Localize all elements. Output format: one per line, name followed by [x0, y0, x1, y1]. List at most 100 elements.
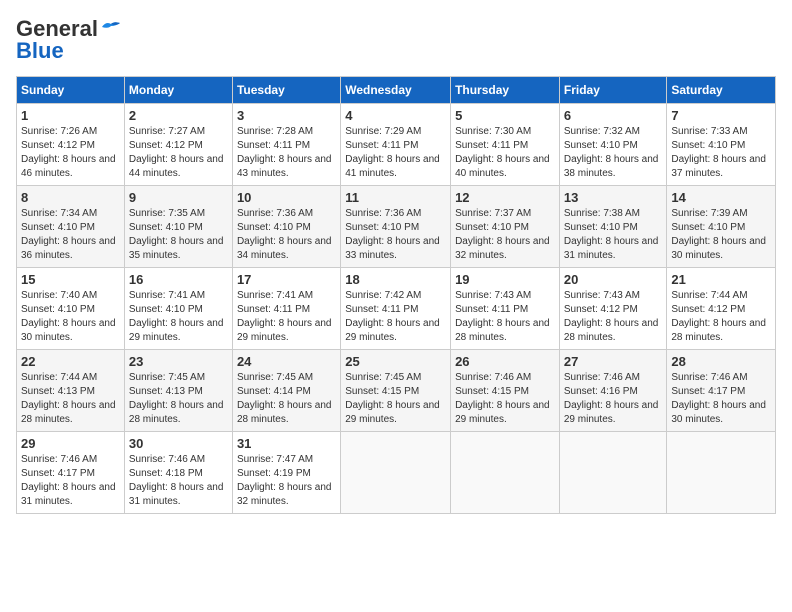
day-info: Sunrise: 7:36 AMSunset: 4:10 PMDaylight:… [237, 208, 332, 261]
calendar-day-cell: 25 Sunrise: 7:45 AMSunset: 4:15 PMDaylig… [341, 350, 451, 432]
day-info: Sunrise: 7:30 AMSunset: 4:11 PMDaylight:… [455, 126, 550, 179]
day-number: 29 [21, 436, 120, 451]
day-info: Sunrise: 7:40 AMSunset: 4:10 PMDaylight:… [21, 290, 116, 343]
calendar-day-cell: 29 Sunrise: 7:46 AMSunset: 4:17 PMDaylig… [17, 432, 125, 514]
day-info: Sunrise: 7:45 AMSunset: 4:15 PMDaylight:… [345, 372, 440, 425]
day-number: 31 [237, 436, 336, 451]
day-number: 16 [129, 272, 228, 287]
calendar-day-cell: 19 Sunrise: 7:43 AMSunset: 4:11 PMDaylig… [451, 268, 560, 350]
day-number: 14 [671, 190, 771, 205]
day-number: 12 [455, 190, 555, 205]
day-number: 5 [455, 108, 555, 123]
calendar-day-cell: 24 Sunrise: 7:45 AMSunset: 4:14 PMDaylig… [232, 350, 340, 432]
day-info: Sunrise: 7:44 AMSunset: 4:12 PMDaylight:… [671, 290, 766, 343]
calendar-day-cell: 10 Sunrise: 7:36 AMSunset: 4:10 PMDaylig… [232, 186, 340, 268]
calendar-body: 1 Sunrise: 7:26 AMSunset: 4:12 PMDayligh… [17, 104, 776, 514]
calendar-week-row: 29 Sunrise: 7:46 AMSunset: 4:17 PMDaylig… [17, 432, 776, 514]
calendar-day-cell: 22 Sunrise: 7:44 AMSunset: 4:13 PMDaylig… [17, 350, 125, 432]
day-number: 1 [21, 108, 120, 123]
calendar-week-row: 1 Sunrise: 7:26 AMSunset: 4:12 PMDayligh… [17, 104, 776, 186]
day-number: 4 [345, 108, 446, 123]
weekday-header-row: SundayMondayTuesdayWednesdayThursdayFrid… [17, 77, 776, 104]
calendar-day-cell: 23 Sunrise: 7:45 AMSunset: 4:13 PMDaylig… [124, 350, 232, 432]
calendar-day-cell: 30 Sunrise: 7:46 AMSunset: 4:18 PMDaylig… [124, 432, 232, 514]
day-number: 22 [21, 354, 120, 369]
calendar-week-row: 8 Sunrise: 7:34 AMSunset: 4:10 PMDayligh… [17, 186, 776, 268]
calendar-week-row: 15 Sunrise: 7:40 AMSunset: 4:10 PMDaylig… [17, 268, 776, 350]
calendar-day-cell [341, 432, 451, 514]
day-info: Sunrise: 7:47 AMSunset: 4:19 PMDaylight:… [237, 454, 332, 507]
day-info: Sunrise: 7:32 AMSunset: 4:10 PMDaylight:… [564, 126, 659, 179]
calendar-day-cell: 27 Sunrise: 7:46 AMSunset: 4:16 PMDaylig… [559, 350, 667, 432]
day-number: 17 [237, 272, 336, 287]
calendar-day-cell: 4 Sunrise: 7:29 AMSunset: 4:11 PMDayligh… [341, 104, 451, 186]
day-number: 10 [237, 190, 336, 205]
weekday-header-cell: Tuesday [232, 77, 340, 104]
day-info: Sunrise: 7:29 AMSunset: 4:11 PMDaylight:… [345, 126, 440, 179]
logo: General Blue [16, 16, 122, 64]
day-number: 15 [21, 272, 120, 287]
day-info: Sunrise: 7:35 AMSunset: 4:10 PMDaylight:… [129, 208, 224, 261]
day-number: 8 [21, 190, 120, 205]
calendar-table: SundayMondayTuesdayWednesdayThursdayFrid… [16, 76, 776, 514]
calendar-day-cell: 17 Sunrise: 7:41 AMSunset: 4:11 PMDaylig… [232, 268, 340, 350]
calendar-day-cell: 20 Sunrise: 7:43 AMSunset: 4:12 PMDaylig… [559, 268, 667, 350]
day-number: 30 [129, 436, 228, 451]
weekday-header-cell: Wednesday [341, 77, 451, 104]
calendar-day-cell: 28 Sunrise: 7:46 AMSunset: 4:17 PMDaylig… [667, 350, 776, 432]
weekday-header-cell: Sunday [17, 77, 125, 104]
day-info: Sunrise: 7:41 AMSunset: 4:11 PMDaylight:… [237, 290, 332, 343]
day-info: Sunrise: 7:36 AMSunset: 4:10 PMDaylight:… [345, 208, 440, 261]
day-number: 11 [345, 190, 446, 205]
day-info: Sunrise: 7:27 AMSunset: 4:12 PMDaylight:… [129, 126, 224, 179]
day-info: Sunrise: 7:38 AMSunset: 4:10 PMDaylight:… [564, 208, 659, 261]
day-number: 26 [455, 354, 555, 369]
day-number: 18 [345, 272, 446, 287]
calendar-day-cell: 14 Sunrise: 7:39 AMSunset: 4:10 PMDaylig… [667, 186, 776, 268]
day-number: 7 [671, 108, 771, 123]
calendar-day-cell: 13 Sunrise: 7:38 AMSunset: 4:10 PMDaylig… [559, 186, 667, 268]
calendar-day-cell: 15 Sunrise: 7:40 AMSunset: 4:10 PMDaylig… [17, 268, 125, 350]
calendar-day-cell [559, 432, 667, 514]
weekday-header-cell: Friday [559, 77, 667, 104]
calendar-day-cell: 26 Sunrise: 7:46 AMSunset: 4:15 PMDaylig… [451, 350, 560, 432]
calendar-day-cell: 12 Sunrise: 7:37 AMSunset: 4:10 PMDaylig… [451, 186, 560, 268]
day-number: 13 [564, 190, 663, 205]
day-number: 6 [564, 108, 663, 123]
day-info: Sunrise: 7:46 AMSunset: 4:18 PMDaylight:… [129, 454, 224, 507]
day-number: 25 [345, 354, 446, 369]
calendar-day-cell: 8 Sunrise: 7:34 AMSunset: 4:10 PMDayligh… [17, 186, 125, 268]
calendar-day-cell: 3 Sunrise: 7:28 AMSunset: 4:11 PMDayligh… [232, 104, 340, 186]
day-info: Sunrise: 7:43 AMSunset: 4:12 PMDaylight:… [564, 290, 659, 343]
day-info: Sunrise: 7:33 AMSunset: 4:10 PMDaylight:… [671, 126, 766, 179]
day-number: 28 [671, 354, 771, 369]
calendar-day-cell: 31 Sunrise: 7:47 AMSunset: 4:19 PMDaylig… [232, 432, 340, 514]
day-number: 3 [237, 108, 336, 123]
day-number: 20 [564, 272, 663, 287]
logo-bird-icon [100, 19, 122, 35]
calendar-day-cell: 16 Sunrise: 7:41 AMSunset: 4:10 PMDaylig… [124, 268, 232, 350]
day-number: 19 [455, 272, 555, 287]
day-number: 27 [564, 354, 663, 369]
calendar-day-cell: 7 Sunrise: 7:33 AMSunset: 4:10 PMDayligh… [667, 104, 776, 186]
calendar-day-cell: 11 Sunrise: 7:36 AMSunset: 4:10 PMDaylig… [341, 186, 451, 268]
day-info: Sunrise: 7:28 AMSunset: 4:11 PMDaylight:… [237, 126, 332, 179]
day-number: 24 [237, 354, 336, 369]
day-info: Sunrise: 7:43 AMSunset: 4:11 PMDaylight:… [455, 290, 550, 343]
day-info: Sunrise: 7:34 AMSunset: 4:10 PMDaylight:… [21, 208, 116, 261]
calendar-day-cell: 21 Sunrise: 7:44 AMSunset: 4:12 PMDaylig… [667, 268, 776, 350]
day-info: Sunrise: 7:45 AMSunset: 4:13 PMDaylight:… [129, 372, 224, 425]
weekday-header-cell: Saturday [667, 77, 776, 104]
day-info: Sunrise: 7:42 AMSunset: 4:11 PMDaylight:… [345, 290, 440, 343]
weekday-header-cell: Monday [124, 77, 232, 104]
weekday-header-cell: Thursday [451, 77, 560, 104]
calendar-day-cell: 6 Sunrise: 7:32 AMSunset: 4:10 PMDayligh… [559, 104, 667, 186]
day-number: 21 [671, 272, 771, 287]
calendar-week-row: 22 Sunrise: 7:44 AMSunset: 4:13 PMDaylig… [17, 350, 776, 432]
day-info: Sunrise: 7:46 AMSunset: 4:15 PMDaylight:… [455, 372, 550, 425]
day-number: 2 [129, 108, 228, 123]
day-info: Sunrise: 7:45 AMSunset: 4:14 PMDaylight:… [237, 372, 332, 425]
page-header: General Blue [16, 16, 776, 64]
day-number: 9 [129, 190, 228, 205]
calendar-day-cell: 9 Sunrise: 7:35 AMSunset: 4:10 PMDayligh… [124, 186, 232, 268]
